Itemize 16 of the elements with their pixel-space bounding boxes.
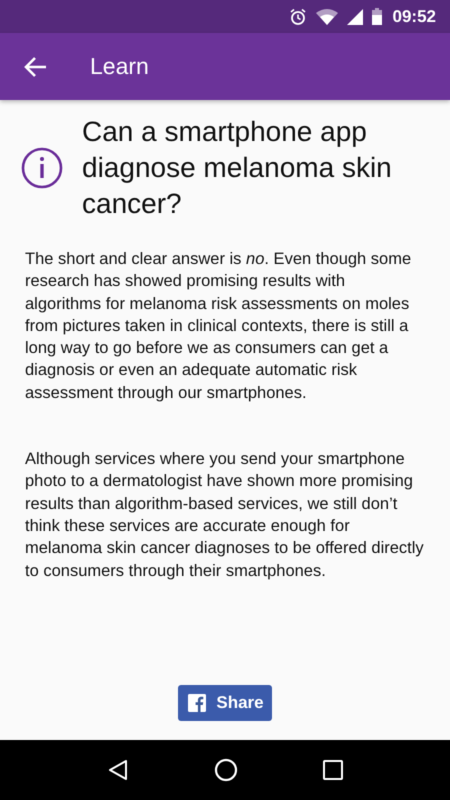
article-paragraph: The short and clear answer is no. Even though some research has showed promising results with algorithms for melanoma risk assessments on moles from pictures taken in clinical contexts, there is still a long way to go before we as consumers can get a diagnosis or even an adequate automatic risk assessment through our smartphones. [25, 249, 412, 404]
battery-icon [372, 8, 382, 25]
signal-icon [346, 8, 363, 24]
share-button[interactable]: Share [178, 685, 272, 721]
overview-icon[interactable] [322, 760, 343, 780]
back-arrow-icon[interactable] [23, 56, 47, 78]
home-icon[interactable] [214, 758, 238, 782]
screen-title: Learn [90, 53, 149, 80]
back-icon[interactable] [107, 759, 130, 781]
square-logo-icon [188, 694, 206, 712]
article-paragraph: Although services where you send your smartphone photo to a dermatologist have shown more promising results than algorithm-based services, we still don’t think these services are accurate enough for melanoma skin cancer diagnoses to be offered directly to consumers through their smartphones. [25, 449, 425, 582]
info-icon [21, 147, 63, 189]
alarm-clock-icon [288, 8, 307, 26]
status-time: 09:52 [392, 6, 436, 26]
article-title: Can a smartphone app diagnose melanoma skin cancer? [82, 115, 393, 221]
wifi-icon [316, 8, 338, 24]
